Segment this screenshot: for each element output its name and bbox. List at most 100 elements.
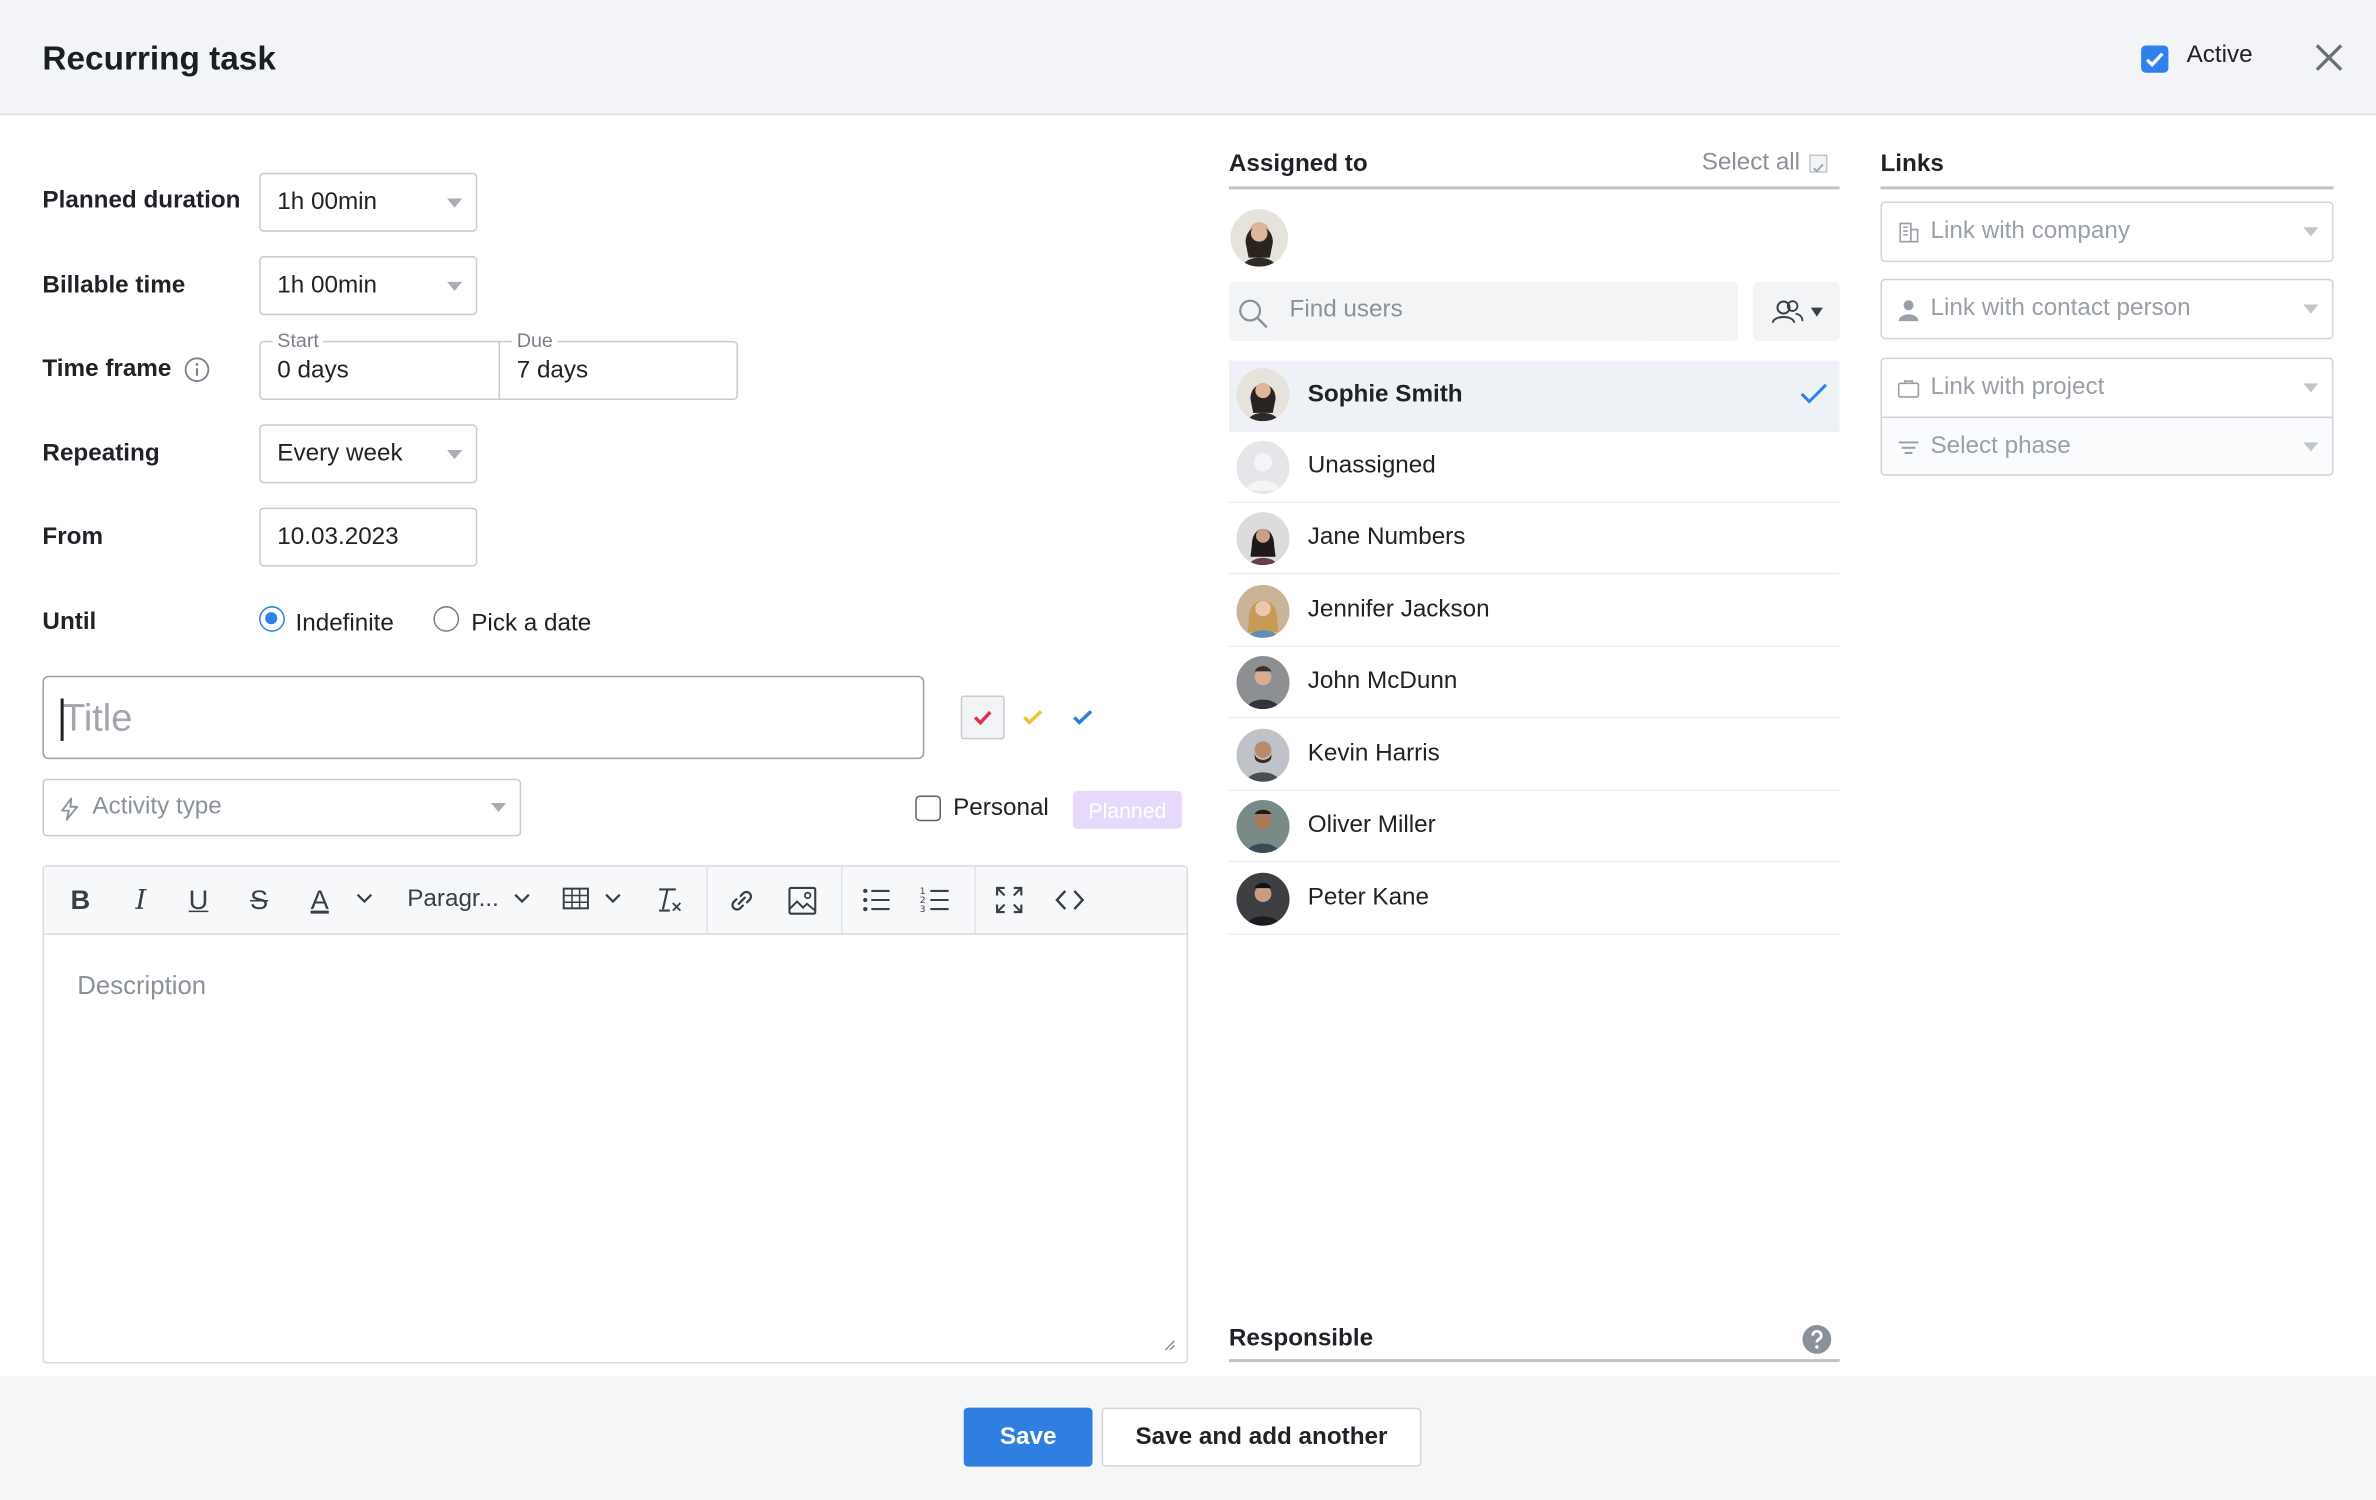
radio-indefinite[interactable] xyxy=(259,606,285,632)
user-name: Jennifer Jackson xyxy=(1307,596,1490,623)
repeating-select[interactable]: Every week xyxy=(259,424,478,484)
caret-down-icon xyxy=(2303,227,2319,237)
text-color-button[interactable]: A xyxy=(302,883,338,916)
avatar xyxy=(1236,728,1290,782)
user-row-unassigned[interactable]: Unassigned xyxy=(1228,432,1840,504)
avatar xyxy=(1236,584,1290,638)
responsible-divider xyxy=(1228,1359,1840,1362)
link-contact-placeholder: Link with contact person xyxy=(1930,295,2191,322)
caret-down-icon xyxy=(447,197,463,207)
personal-checkbox[interactable] xyxy=(915,795,942,822)
toolbar-divider xyxy=(974,866,976,935)
radio-pick-date[interactable] xyxy=(433,606,460,632)
avatar xyxy=(1236,799,1290,854)
personal-label: Personal xyxy=(953,795,1049,822)
link-project-select[interactable]: Link with project xyxy=(1880,357,2334,419)
close-button[interactable] xyxy=(2312,41,2345,74)
link-icon[interactable] xyxy=(726,885,758,917)
select-all-label[interactable]: Select all xyxy=(1702,150,1800,177)
numbered-list-icon[interactable]: 123 xyxy=(920,885,950,915)
clear-formatting-icon[interactable] xyxy=(653,885,683,915)
title-input[interactable]: Title xyxy=(42,675,925,760)
description-placeholder: Description xyxy=(77,971,207,1000)
user-name: John McDunn xyxy=(1307,668,1458,694)
activity-type-select[interactable]: Activity type xyxy=(42,778,522,837)
help-icon[interactable] xyxy=(1802,1324,1832,1354)
links-divider xyxy=(1880,186,2334,189)
due-floating-label: Due xyxy=(512,328,558,352)
find-users-placeholder: Find users xyxy=(1289,296,1403,323)
source-code-icon[interactable] xyxy=(1055,886,1085,913)
user-name: Sophie Smith xyxy=(1307,381,1463,408)
active-label: Active xyxy=(2186,42,2253,69)
close-icon xyxy=(2315,44,2343,71)
due-value: 7 days xyxy=(516,356,589,383)
color-check-red[interactable] xyxy=(960,695,1005,740)
save-and-add-another-button[interactable]: Save and add another xyxy=(1101,1407,1422,1467)
link-company-placeholder: Link with company xyxy=(1930,218,2130,244)
time-frame-label: Time frame xyxy=(42,356,172,382)
user-name: Oliver Miller xyxy=(1307,812,1436,838)
italic-button[interactable]: I xyxy=(126,883,156,916)
user-row-sophie-smith[interactable]: Sophie Smith xyxy=(1228,360,1840,432)
link-company-select[interactable]: Link with company xyxy=(1880,201,2334,263)
resize-handle-icon[interactable] xyxy=(1164,1339,1176,1351)
description-editor[interactable]: B I U S A Paragr... 123 Description xyxy=(42,865,1189,1364)
pick-date-label: Pick a date xyxy=(471,610,592,637)
user-groups-button[interactable] xyxy=(1753,281,1840,341)
user-row-peter-kane[interactable]: Peter Kane xyxy=(1228,864,1840,935)
title-placeholder: Title xyxy=(62,696,133,740)
fullscreen-icon[interactable] xyxy=(994,885,1024,915)
user-name: Kevin Harris xyxy=(1307,740,1440,767)
billable-time-select[interactable]: 1h 00min xyxy=(259,256,478,316)
check-blue-icon[interactable] xyxy=(1070,705,1096,731)
check-icon xyxy=(1813,163,1824,173)
user-row-jane-numbers[interactable]: Jane Numbers xyxy=(1228,503,1840,575)
caret-down-icon xyxy=(2303,441,2319,451)
image-icon[interactable] xyxy=(786,885,818,917)
text-cursor xyxy=(60,698,63,741)
bulleted-list-icon[interactable] xyxy=(861,885,891,915)
toolbar-divider xyxy=(706,866,708,935)
info-icon[interactable] xyxy=(183,356,210,383)
user-row-oliver-miller[interactable]: Oliver Miller xyxy=(1228,791,1840,863)
caret-down-icon xyxy=(1810,307,1823,317)
repeating-label: Repeating xyxy=(42,440,160,467)
time-frame-start-input[interactable]: Start 0 days xyxy=(259,328,501,400)
select-all-checkbox[interactable] xyxy=(1809,154,1828,173)
underline-button[interactable]: U xyxy=(183,883,213,916)
time-frame-due-input[interactable]: Due 7 days xyxy=(498,328,738,400)
from-label: From xyxy=(42,524,104,550)
paragraph-format-button[interactable]: Paragr... xyxy=(400,883,506,916)
planned-duration-label: Planned duration xyxy=(42,187,241,214)
link-project-placeholder: Link with project xyxy=(1930,374,2105,400)
avatar xyxy=(1236,368,1290,422)
select-phase-select[interactable]: Select phase xyxy=(1880,416,2334,476)
chevron-down-icon[interactable] xyxy=(514,892,531,904)
start-floating-label: Start xyxy=(272,328,324,352)
assigned-divider xyxy=(1228,186,1840,189)
assigned-heading: Assigned to xyxy=(1228,151,1368,178)
active-checkbox[interactable] xyxy=(2141,45,2169,73)
from-date-input[interactable]: 10.03.2023 xyxy=(259,507,478,567)
planned-badge[interactable]: Planned xyxy=(1072,790,1182,829)
chevron-down-icon[interactable] xyxy=(605,892,622,904)
bold-button[interactable]: B xyxy=(65,883,95,916)
user-row-kevin-harris[interactable]: Kevin Harris xyxy=(1228,720,1840,791)
table-icon[interactable] xyxy=(562,886,589,910)
search-icon xyxy=(1239,299,1268,329)
phase-icon xyxy=(1898,441,1919,455)
user-name: Peter Kane xyxy=(1307,884,1430,911)
planned-duration-select[interactable]: 1h 00min xyxy=(259,172,478,232)
chevron-down-icon[interactable] xyxy=(356,892,373,904)
save-button[interactable]: Save xyxy=(963,1407,1093,1467)
find-users-input[interactable]: Find users xyxy=(1228,281,1739,341)
link-contact-select[interactable]: Link with contact person xyxy=(1880,278,2334,340)
strikethrough-button[interactable]: S xyxy=(244,883,274,916)
check-yellow-icon[interactable] xyxy=(1020,705,1046,731)
indefinite-label: Indefinite xyxy=(295,610,394,637)
user-row-john-mcdunn[interactable]: John McDunn xyxy=(1228,647,1840,719)
assigned-avatar xyxy=(1230,209,1289,267)
caret-down-icon xyxy=(447,281,463,291)
user-row-jennifer-jackson[interactable]: Jennifer Jackson xyxy=(1228,576,1840,647)
